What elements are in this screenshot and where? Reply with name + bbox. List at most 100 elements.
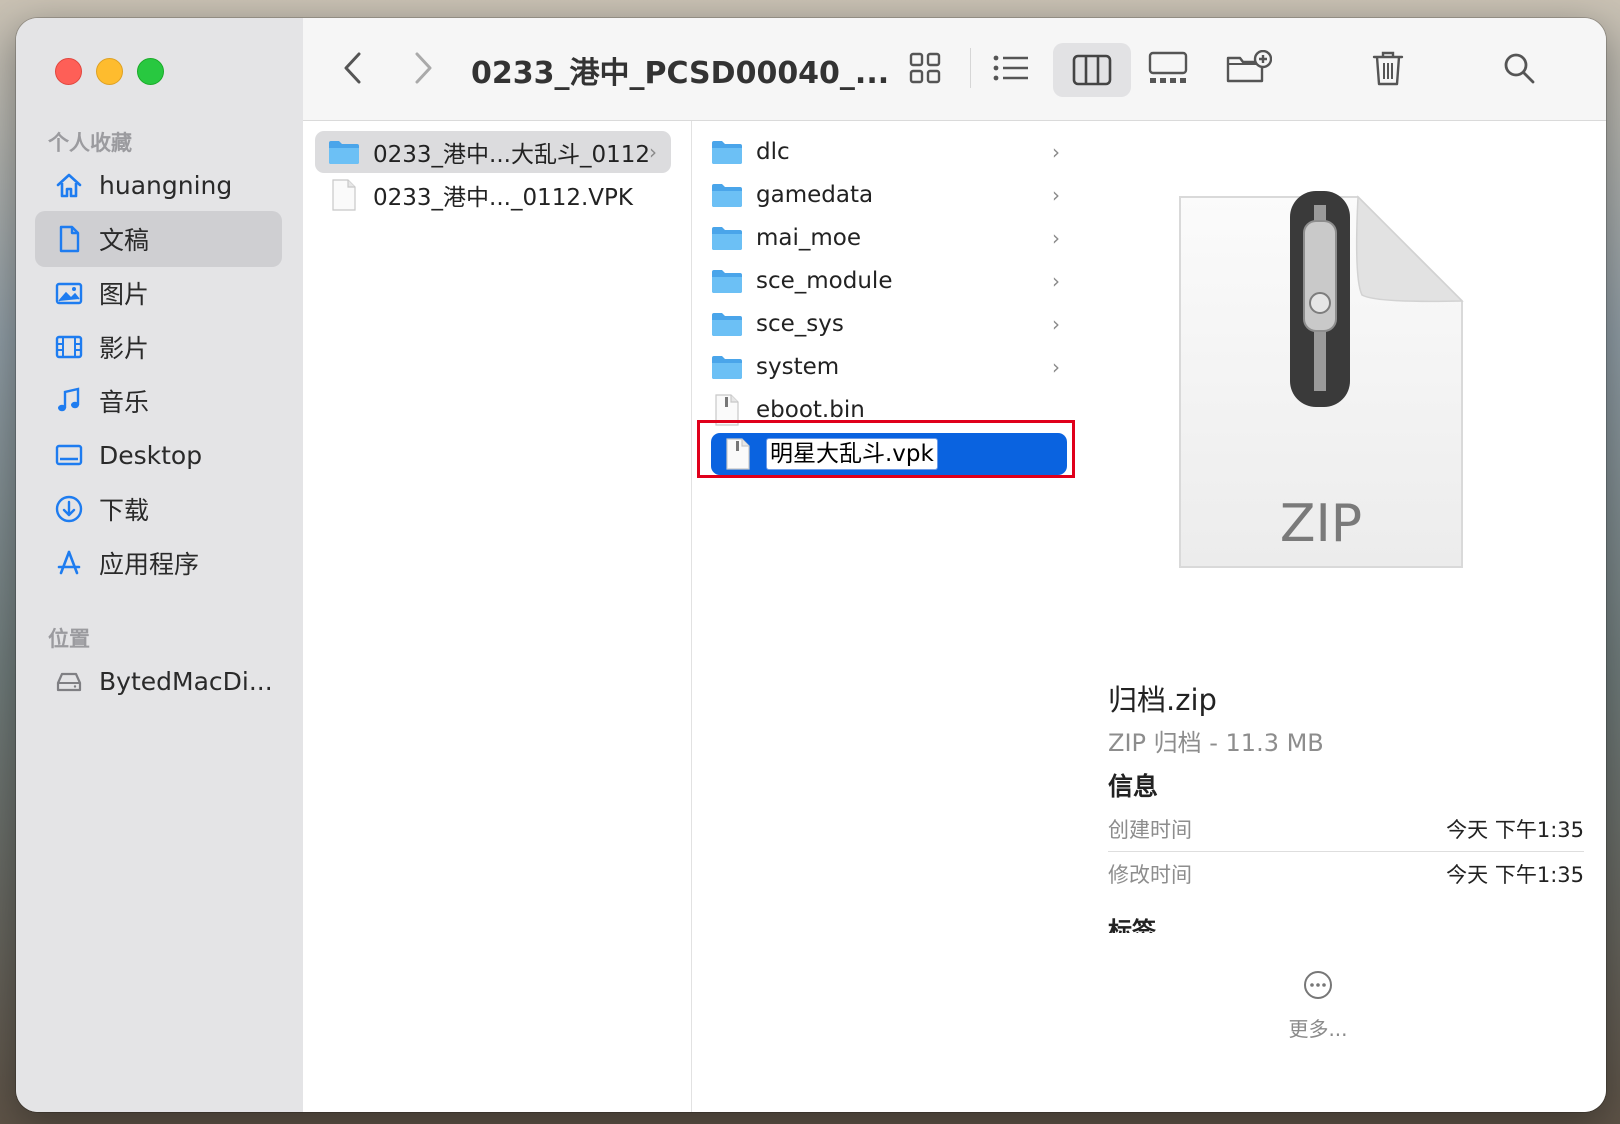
desktop-icon	[51, 437, 87, 473]
preview-pane: ZIP 归档.zip ZIP 归档 - 11.3 MB 信息 创建时间 今天 下…	[1088, 121, 1606, 1112]
window-controls	[55, 58, 164, 85]
sidebar-item-label: Desktop	[99, 440, 203, 470]
zip-archive-icon: ZIP	[1176, 191, 1466, 571]
back-button[interactable]	[333, 48, 373, 88]
created-label: 创建时间	[1108, 818, 1192, 842]
chevron-right-icon: ›	[1052, 312, 1060, 336]
grid-icon	[909, 52, 941, 84]
list-item[interactable]: mai_moe ›	[710, 217, 1074, 259]
sidebar-item-pictures[interactable]: 图片	[35, 265, 282, 321]
folder-icon	[710, 350, 744, 384]
chevron-right-icon: ›	[1052, 355, 1060, 379]
close-button[interactable]	[55, 58, 82, 85]
search-icon	[1504, 53, 1535, 84]
column-2: dlc › gamedata › mai_moe › sce_module › …	[692, 121, 1089, 1112]
list-item[interactable]: 0233_港中...大乱斗_0112 ›	[315, 131, 671, 173]
more-label: 更多...	[1288, 1017, 1348, 1041]
folder-icon	[710, 221, 744, 255]
sidebar-item-documents[interactable]: 文稿	[35, 211, 282, 267]
list-item[interactable]: gamedata ›	[710, 174, 1074, 216]
forward-button[interactable]	[403, 48, 443, 88]
favorites-header: 个人收藏	[48, 131, 132, 155]
list-icon	[993, 55, 1028, 81]
chevron-right-icon: ›	[649, 140, 657, 164]
list-item-label: dlc	[756, 139, 790, 165]
chevron-right-icon: ›	[1052, 183, 1060, 207]
icon-view-button[interactable]	[903, 46, 947, 90]
sidebar-item-label: huangning	[99, 170, 233, 200]
columns-icon	[1072, 54, 1112, 86]
sidebar-item-downloads[interactable]: 下载	[35, 481, 282, 537]
list-item-label: gamedata	[756, 182, 874, 208]
modified-row: 修改时间 今天 下午1:35	[1108, 852, 1584, 896]
sidebar-item-label: BytedMacDi...	[99, 666, 273, 696]
sidebar-item-desktop[interactable]: Desktop	[35, 427, 282, 483]
locations-header: 位置	[48, 627, 90, 651]
sidebar-item-label: 应用程序	[99, 550, 200, 579]
modified-value: 今天 下午1:35	[1446, 863, 1584, 887]
zoom-button[interactable]	[137, 58, 164, 85]
created-value: 今天 下午1:35	[1446, 818, 1584, 842]
sidebar: 个人收藏 huangning 文稿 图片 影片 音乐 Desktop 下载 应用…	[16, 18, 304, 1112]
more-button[interactable]: 更多...	[1268, 969, 1368, 1042]
film-icon	[51, 329, 87, 365]
file-icon	[327, 178, 361, 212]
sidebar-item-label: 音乐	[99, 388, 150, 417]
chevron-right-icon	[415, 52, 432, 84]
finder-window: 个人收藏 huangning 文稿 图片 影片 音乐 Desktop 下载 应用…	[16, 18, 1606, 1112]
folder-icon	[710, 307, 744, 341]
search-button[interactable]	[1497, 46, 1541, 90]
zip-thumb-label: ZIP	[1280, 494, 1362, 554]
list-item-label: sce_module	[756, 268, 893, 294]
disk-icon	[51, 663, 87, 699]
download-icon	[51, 491, 87, 527]
list-item[interactable]: sce_sys ›	[710, 303, 1074, 345]
music-note-icon	[51, 383, 87, 419]
folder-icon	[327, 135, 361, 169]
sidebar-item-label: 文稿	[99, 226, 150, 255]
file-kind-size: ZIP 归档 - 11.3 MB	[1108, 729, 1324, 757]
sidebar-item-label: 下载	[99, 496, 150, 525]
chevron-left-icon	[344, 52, 361, 84]
sidebar-item-label: 影片	[99, 334, 150, 363]
tags-header: 标签	[1108, 917, 1156, 933]
minimize-button[interactable]	[96, 58, 123, 85]
sidebar-item-disk[interactable]: BytedMacDi...	[35, 653, 282, 709]
trash-button[interactable]	[1366, 46, 1410, 90]
home-icon	[51, 167, 87, 203]
new-folder-button[interactable]	[1225, 46, 1273, 90]
sidebar-item-applications[interactable]: 应用程序	[35, 535, 282, 591]
chevron-right-icon: ›	[1052, 140, 1060, 164]
modified-label: 修改时间	[1108, 863, 1192, 887]
list-item-label: mai_moe	[756, 225, 862, 251]
applications-icon	[51, 545, 87, 581]
list-item[interactable]: 0233_港中..._0112.VPK	[315, 174, 671, 216]
chevron-right-icon: ›	[1052, 226, 1060, 250]
toolbar: 0233_港中_PCSD00040_...	[303, 18, 1606, 121]
list-view-button[interactable]	[989, 46, 1033, 90]
list-item[interactable]: sce_module ›	[710, 260, 1074, 302]
sidebar-item-movies[interactable]: 影片	[35, 319, 282, 375]
list-item-label: 0233_港中..._0112.VPK	[373, 185, 633, 211]
column-1: 0233_港中...大乱斗_0112 › 0233_港中..._0112.VPK	[303, 121, 692, 1112]
sidebar-item-music[interactable]: 音乐	[35, 373, 282, 429]
gallery-icon	[1148, 51, 1188, 83]
column-view-button[interactable]	[1053, 43, 1131, 97]
list-item-label: system	[756, 354, 840, 380]
more-icon	[1304, 971, 1332, 999]
folder-icon	[710, 135, 744, 169]
window-title: 0233_港中_PCSD00040_...	[471, 56, 890, 91]
photo-icon	[51, 275, 87, 311]
info-header: 信息	[1108, 772, 1159, 801]
folder-plus-icon	[1226, 50, 1272, 83]
annotation-highlight	[697, 420, 1075, 478]
toolbar-divider	[970, 48, 971, 88]
sidebar-item-home[interactable]: huangning	[35, 157, 282, 213]
file-name: 归档.zip	[1108, 683, 1217, 717]
gallery-view-button[interactable]	[1145, 46, 1191, 90]
folder-icon	[710, 178, 744, 212]
document-icon	[51, 221, 87, 257]
list-item[interactable]: dlc ›	[710, 131, 1074, 173]
chevron-right-icon: ›	[1052, 269, 1060, 293]
list-item[interactable]: system ›	[710, 346, 1074, 388]
